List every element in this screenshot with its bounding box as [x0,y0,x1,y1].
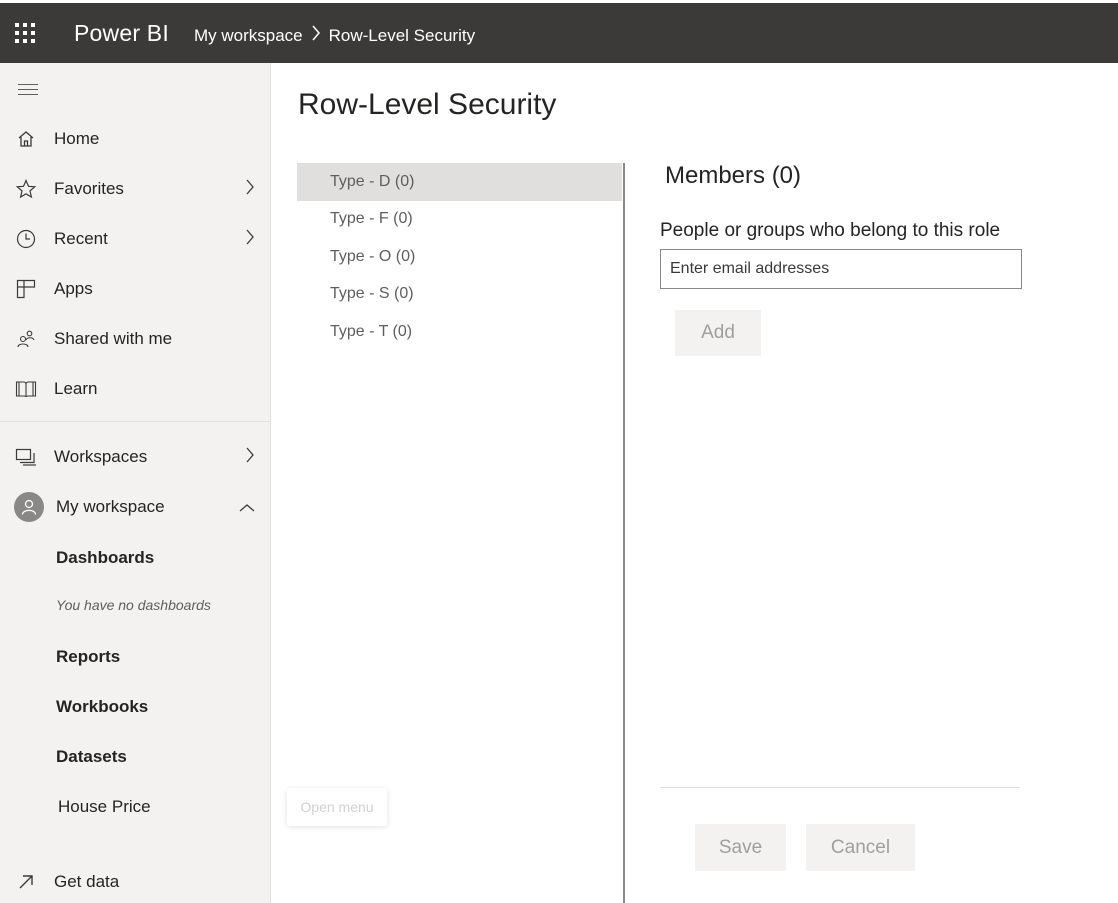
role-item-type-o[interactable]: Type - O (0) [297,238,622,276]
workspace-datasets[interactable]: Datasets [56,747,127,767]
chevron-right-icon [311,25,321,46]
role-list: Type - D (0) Type - F (0) Type - O (0) T… [297,163,622,351]
sidebar-item-label: Shared with me [54,329,173,348]
sidebar-item-label: Home [54,129,100,148]
workspaces-icon [15,446,37,468]
top-bar: Power BI My workspace Row-Level Security [0,3,1118,63]
sidebar: Home Favorites Recent Apps Shared with m… [0,63,271,903]
sidebar-item-my-workspace[interactable]: My workspace [0,482,271,532]
save-button[interactable]: Save [695,824,786,871]
app-brand[interactable]: Power BI [74,20,169,47]
chevron-right-icon[interactable] [245,447,255,468]
shared-icon [15,328,37,350]
sidebar-item-recent[interactable]: Recent [0,214,271,264]
waffle-icon[interactable] [15,23,35,43]
members-title: Members (0) [665,162,802,189]
dashboards-empty-note: You have no dashboards [56,597,211,613]
sidebar-item-favorites[interactable]: Favorites [0,164,271,214]
workspace-dashboards[interactable]: Dashboards [56,548,154,568]
breadcrumb: My workspace Row-Level Security [194,25,475,46]
sidebar-item-label: Get data [54,872,120,891]
dataset-house-price[interactable]: House Price [58,797,151,817]
sidebar-item-label: Learn [54,379,98,398]
sidebar-item-learn[interactable]: Learn [0,364,271,414]
sidebar-item-get-data[interactable]: Get data [0,857,271,903]
sidebar-item-label: My workspace [56,497,165,516]
sidebar-item-workspaces[interactable]: Workspaces [0,432,271,482]
role-item-type-s[interactable]: Type - S (0) [297,276,622,314]
email-input[interactable] [660,249,1022,289]
home-icon [15,128,37,150]
panel-divider [623,163,625,903]
sidebar-item-label: Favorites [54,179,124,198]
avatar-icon [14,492,44,522]
breadcrumb-row-level-security[interactable]: Row-Level Security [329,26,475,46]
sidebar-item-shared[interactable]: Shared with me [0,314,271,364]
open-menu-tooltip: Open menu [287,788,387,826]
sidebar-divider [0,421,271,422]
chevron-right-icon[interactable] [245,179,255,200]
hamburger-icon[interactable] [18,84,38,99]
sidebar-item-label: Apps [54,279,93,298]
workspace-reports[interactable]: Reports [56,647,120,667]
role-item-type-d[interactable]: Type - D (0) [297,163,622,201]
footer-divider [660,787,1020,788]
sidebar-item-label: Workspaces [54,447,148,466]
sidebar-item-home[interactable]: Home [0,114,271,164]
book-icon [15,378,37,400]
chevron-right-icon[interactable] [245,229,255,250]
sidebar-item-apps[interactable]: Apps [0,264,271,314]
star-icon [15,178,37,200]
role-item-type-t[interactable]: Type - T (0) [297,313,622,351]
role-item-type-f[interactable]: Type - F (0) [297,201,622,239]
breadcrumb-my-workspace[interactable]: My workspace [194,26,303,46]
workspace-workbooks[interactable]: Workbooks [56,697,148,717]
sidebar-item-label: Recent [54,229,108,248]
chevron-up-icon[interactable] [239,497,255,518]
apps-icon [15,278,37,300]
add-button[interactable]: Add [675,310,761,356]
members-description: People or groups who belong to this role [660,220,1001,241]
page-title: Row-Level Security [298,88,557,121]
cancel-button[interactable]: Cancel [806,824,915,871]
clock-icon [15,228,37,250]
arrow-up-right-icon [15,871,37,893]
